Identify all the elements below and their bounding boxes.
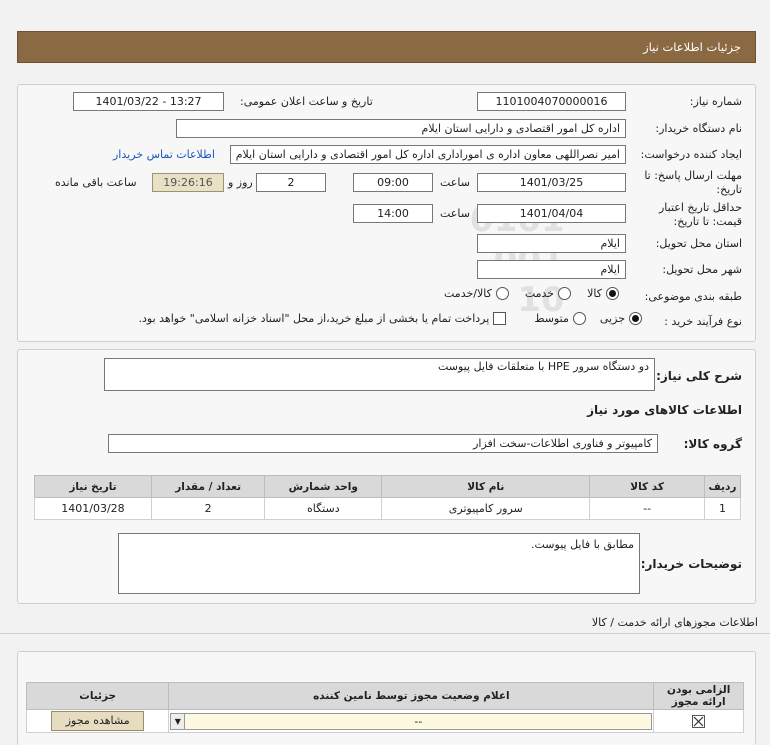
permits-header-row: الزامی بودن ارائه مجوز اعلام وضعیت مجوز …: [25, 682, 744, 710]
purchase-process-options: جزیی متوسط پرداخت تمام یا بخشی از مبلغ خ…: [139, 312, 642, 325]
response-deadline-label-1: مهلت ارسال پاسخ: تا: [644, 169, 742, 182]
requester-field: امیر نصراللهی معاون اداره ی اموراداری اد…: [230, 145, 626, 164]
permit-status-select[interactable]: -- ▼: [170, 712, 653, 730]
radio-icon: [495, 287, 509, 300]
col-header-goods-name: نام کالا: [381, 475, 591, 498]
buyer-org-field: اداره کل امور اقتصادی و دارایی استان ایل…: [176, 119, 626, 138]
response-time-label: ساعت: [440, 176, 470, 189]
price-validity-date-field: 1401/04/04: [477, 204, 626, 223]
table-row: -- ▼ مشاهده مجوز: [25, 709, 744, 733]
page-header: جزئیات اطلاعات نیاز: [17, 31, 756, 63]
category-option-service[interactable]: خدمت: [525, 287, 572, 300]
process-option-medium[interactable]: متوسط: [534, 312, 586, 325]
process-option-minor[interactable]: جزیی: [600, 312, 642, 325]
col-header-details: جزئیات: [25, 682, 170, 710]
need-number-field: 1101004070000016: [477, 92, 626, 111]
purchase-process-label: نوع فرآیند خرید :: [664, 315, 742, 328]
radio-icon: [572, 312, 586, 325]
delivery-city-label: شهر محل تحویل:: [662, 263, 742, 276]
response-deadline-label-2: تاریخ:: [716, 183, 742, 196]
announce-datetime-field: 1401/03/22 - 13:27: [73, 92, 224, 111]
treasury-payment-option[interactable]: پرداخت تمام یا بخشی از مبلغ خرید،از محل …: [139, 312, 507, 325]
buyer-notes-label: توضیحات خریدار:: [640, 557, 742, 571]
radio-icon: [558, 287, 572, 300]
col-header-row-number: ردیف: [703, 475, 742, 498]
col-header-quantity: تعداد / مقدار: [150, 475, 266, 498]
checkbox-icon: [493, 312, 507, 325]
chevron-down-icon[interactable]: ▼: [171, 713, 186, 729]
cell-permit-status: -- ▼: [168, 709, 655, 733]
remaining-time-field: 19:26:16: [152, 173, 224, 192]
checkbox-checked-icon: [692, 714, 706, 728]
category-label: طبقه بندی موضوعی:: [644, 290, 742, 303]
category-option-goods-service[interactable]: کالا/خدمت: [444, 287, 509, 300]
summary-label: شرح کلی نیاز:: [656, 369, 742, 383]
price-validity-label-1: حداقل تاریخ اعتبار: [658, 201, 742, 214]
cell-row-number: 1: [703, 497, 742, 520]
buyer-contact-link[interactable]: اطلاعات تماس خریدار: [113, 148, 215, 161]
permits-table: الزامی بودن ارائه مجوز اعلام وضعیت مجوز …: [25, 682, 744, 733]
permits-title: اطلاعات مجوزهای ارائه خدمت / کالا: [591, 616, 758, 629]
response-days-field: 2: [256, 173, 326, 192]
cell-permit-required: [653, 709, 744, 733]
buyer-org-label: نام دستگاه خریدار:: [655, 122, 742, 135]
col-header-need-date: تاریخ نیاز: [34, 475, 152, 498]
goods-table-header-row: ردیف کد کالا نام کالا واحد شمارش تعداد /…: [34, 475, 742, 498]
goods-group-field: کامپیوتر و فناوری اطلاعات-سخت افزار: [108, 434, 658, 453]
cell-details: مشاهده مجوز: [25, 709, 170, 733]
delivery-city-field: ایلام: [477, 260, 626, 279]
delivery-province-field: ایلام: [477, 234, 626, 253]
cell-need-date: 1401/03/28: [34, 497, 152, 520]
delivery-province-label: استان محل تحویل:: [655, 237, 742, 250]
radio-selected-icon: [629, 312, 642, 325]
category-option-goods[interactable]: کالا: [587, 287, 619, 300]
category-options: کالا خدمت کالا/خدمت: [444, 287, 619, 300]
col-header-unit: واحد شمارش: [264, 475, 383, 498]
view-permit-button[interactable]: مشاهده مجوز: [51, 711, 145, 731]
cell-goods-name: سرور کامپیوتری: [381, 497, 591, 520]
response-days-label: روز و: [228, 176, 253, 189]
goods-group-label: گروه کالا:: [683, 437, 742, 451]
price-validity-time-label: ساعت: [440, 207, 470, 220]
requester-label: ایجاد کننده درخواست:: [640, 148, 742, 161]
buyer-notes-field: مطابق با فایل پیوست.: [118, 533, 640, 594]
response-date-field: 1401/03/25: [477, 173, 626, 192]
goods-table: ردیف کد کالا نام کالا واحد شمارش تعداد /…: [34, 475, 742, 520]
remaining-time-label: ساعت باقی مانده: [55, 176, 137, 189]
table-row: 1 -- سرور کامپیوتری دستگاه 2 1401/03/28: [34, 497, 742, 520]
col-header-goods-code: کد کالا: [589, 475, 705, 498]
cell-goods-code: --: [589, 497, 705, 520]
price-validity-time-field: 14:00: [353, 204, 433, 223]
summary-field: دو دستگاه سرور HPE با متعلقات فایل پیوست: [104, 358, 655, 391]
announce-datetime-label: تاریخ و ساعت اعلان عمومی:: [240, 95, 373, 108]
divider: [0, 633, 770, 634]
response-time-field: 09:00: [353, 173, 433, 192]
cell-unit: دستگاه: [264, 497, 383, 520]
radio-selected-icon: [606, 287, 619, 300]
col-header-permit-required: الزامی بودن ارائه مجوز: [653, 682, 744, 710]
price-validity-label-2: قیمت: تا تاریخ:: [673, 215, 742, 228]
need-number-label: شماره نیاز:: [689, 95, 742, 108]
goods-section-title: اطلاعات کالاهای مورد نیاز: [587, 403, 742, 417]
page-title: جزئیات اطلاعات نیاز: [643, 40, 741, 54]
col-header-permit-status: اعلام وضعیت مجوز توسط نامین کننده: [168, 682, 655, 710]
cell-quantity: 2: [150, 497, 266, 520]
